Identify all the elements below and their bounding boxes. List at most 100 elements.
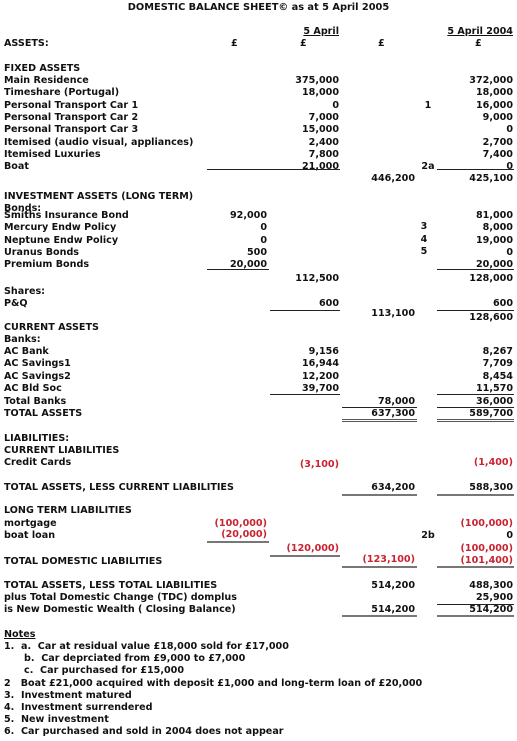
fixed-asset-2005: 2,400 [308, 136, 339, 148]
rule [437, 615, 514, 617]
fixed-asset-2005: 0 [332, 99, 339, 111]
tdc-2004: 25,900 [475, 592, 513, 603]
fixed-asset-2004: 16,000 [475, 99, 513, 111]
fixed-asset-2005: 7,800 [308, 148, 339, 160]
rule [207, 169, 340, 170]
rule [342, 566, 417, 568]
currency-col2: £ [300, 38, 307, 49]
current-liabilities-heading: CURRENT LIABILITIES [4, 445, 120, 456]
total-banks-label: Total Banks [4, 396, 67, 407]
note-ref: 3 [420, 221, 428, 233]
shares-row-2004: 600 [492, 298, 513, 309]
notes-heading: Notes [4, 629, 36, 640]
note-item: 4. Investment surrendered [4, 702, 153, 713]
bond-2004: 8,000 [482, 222, 513, 234]
bank-2004: 7,709 [482, 358, 513, 370]
fixed-total-2005: 446,200 [371, 173, 415, 184]
note-item: 2 Boat £21,000 acquired with deposit £1,… [4, 677, 423, 689]
fixed-asset-label: Timeshare (Portugal) [4, 87, 120, 99]
note-ref: 5 [420, 245, 428, 257]
current-assets-heading: CURRENT ASSETS [4, 322, 99, 333]
bond-2005: 92,000 [229, 210, 267, 221]
mortgage-2004: (100,000) [460, 518, 513, 529]
fixed-asset-2005: 375,000 [295, 75, 339, 86]
investment-total-2004: 128,600 [469, 312, 513, 323]
fixed-total-2004: 425,100 [469, 173, 513, 184]
assets-less-total-label: TOTAL ASSETS, LESS TOTAL LIABILITIES [4, 580, 218, 591]
fixed-asset-2005: 18,000 [301, 87, 339, 99]
fixed-asset-2004: 7,400 [482, 148, 513, 160]
boat-loan-ref: 2b [421, 530, 435, 541]
fixed-asset-label: Boat [4, 161, 29, 173]
rule [437, 394, 514, 395]
total-domestic-label: TOTAL DOMESTIC LIABILITIES [4, 556, 163, 567]
bond-label: Neptune Endw Policy [4, 234, 119, 246]
fixed-asset-2005: 15,000 [301, 124, 339, 136]
fixed-assets-heading: FIXED ASSETS [4, 63, 81, 74]
rule [437, 566, 514, 568]
note-item: 1. a. Car at residual value £18,000 sold… [4, 641, 289, 652]
fixed-asset-2004: 18,000 [475, 87, 513, 99]
currency-col3: £ [378, 38, 385, 49]
rule [270, 394, 340, 395]
total-assets-label: TOTAL ASSETS [4, 408, 83, 419]
bank-label: AC Savings2 [4, 370, 71, 382]
bank-2004: 8,267 [482, 346, 513, 357]
col-2005-header: 5 April [303, 26, 339, 37]
bank-2005: 16,944 [301, 358, 339, 370]
bond-2004: 19,000 [475, 234, 513, 246]
currency-col1: £ [231, 38, 238, 49]
bank-label: AC Bank [4, 346, 49, 357]
bond-2005: 500 [246, 246, 267, 258]
rule [270, 310, 340, 311]
currency-col4: £ [475, 38, 482, 49]
bond-label: Mercury Endw Policy [4, 222, 117, 234]
shares-label: Shares: [4, 286, 45, 297]
double-rule [437, 419, 514, 422]
fixed-asset-2004: 2,700 [482, 136, 513, 148]
bank-label: AC Savings1 [4, 358, 71, 370]
assets-less-total-2005: 514,200 [371, 580, 415, 591]
long-term-total-2005: (120,000) [286, 543, 339, 554]
bonds-total-2005: 112,500 [295, 273, 339, 284]
shares-row-label: P&Q [4, 298, 28, 309]
rule [342, 615, 417, 617]
bond-2004: 81,000 [475, 210, 513, 221]
fixed-asset-2004: 372,000 [469, 75, 513, 86]
mortgage-label: mortgage [4, 518, 57, 529]
assets-label: ASSETS: [4, 38, 49, 49]
credit-cards-label: Credit Cards [4, 457, 72, 468]
note-item: c. Car purchased for £15,000 [4, 665, 185, 677]
bond-label: Uranus Bonds [4, 246, 80, 258]
bonds-total-2004: 128,000 [469, 273, 513, 284]
page-title: DOMESTIC BALANCE SHEET© as at 5 April 20… [127, 2, 390, 13]
assets-less-current-2005: 634,200 [371, 482, 415, 493]
bond-2005: 0 [260, 222, 267, 234]
fixed-asset-2004: 0 [506, 124, 513, 136]
investment-heading: INVESTMENT ASSETS (LONG TERM) [4, 191, 194, 202]
fixed-asset-2005: 21,000 [301, 161, 339, 173]
fixed-asset-label: Itemised (audio visual, appliances) [4, 136, 194, 148]
note-ref: 1 [424, 99, 432, 111]
fixed-asset-2005: 7,000 [308, 111, 339, 123]
investment-total-2005: 113,100 [371, 308, 415, 319]
rule [342, 494, 417, 496]
long-term-heading: LONG TERM LIABILITIES [4, 505, 132, 516]
new-wealth-label: is New Domestic Wealth ( Closing Balance… [4, 604, 236, 615]
rule [207, 269, 269, 270]
shares-row-2005: 600 [318, 298, 339, 309]
fixed-asset-label: Personal Transport Car 1 [4, 99, 139, 111]
fixed-asset-label: Personal Transport Car 3 [4, 124, 139, 136]
note-item: 6. Car purchased and sold in 2004 does n… [4, 726, 284, 738]
assets-less-current-label: TOTAL ASSETS, LESS CURRENT LIABILITIES [4, 482, 234, 493]
banks-label: Banks: [4, 334, 41, 345]
note-item: 5. New investment [4, 714, 109, 726]
bank-2004: 8,454 [482, 370, 513, 382]
boat-loan-2004: 0 [506, 530, 513, 541]
rule [437, 494, 514, 496]
rule [270, 555, 340, 557]
bond-2005: 0 [260, 234, 267, 246]
credit-cards-2004: (1,400) [473, 457, 513, 468]
note-ref: 4 [420, 233, 428, 245]
bank-label: AC Bld Soc [4, 382, 62, 394]
